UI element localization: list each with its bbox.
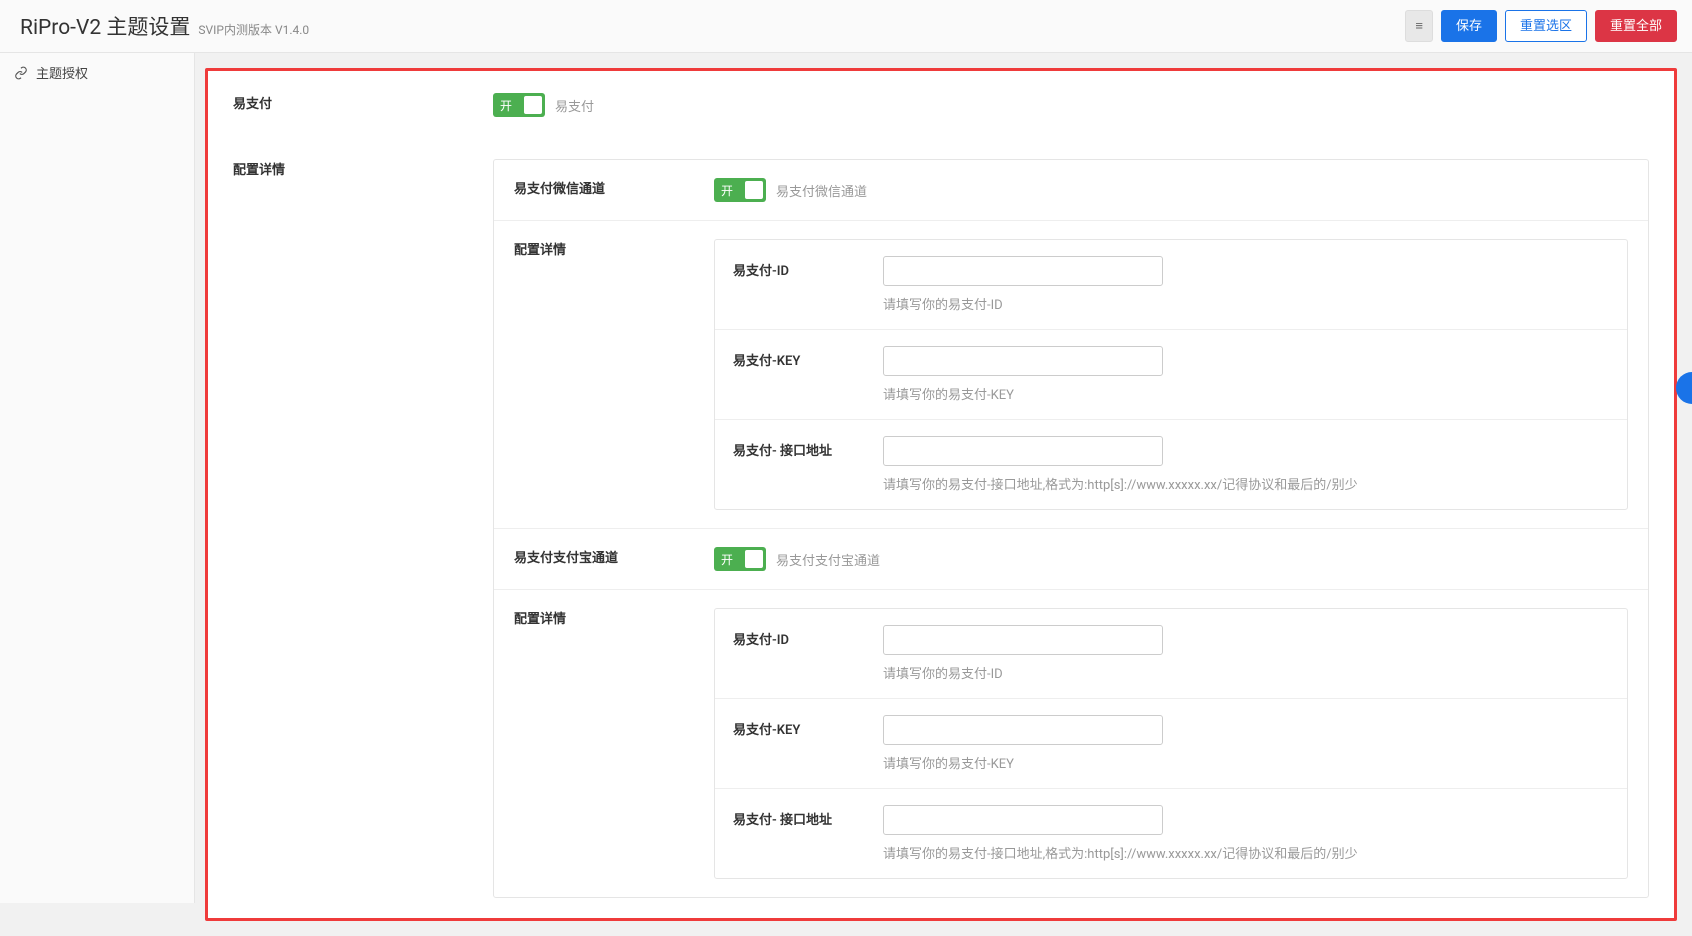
wechat-channel-body: 开 易支付微信通道 [714, 178, 1628, 202]
wechat-id-label: 易支付-ID [733, 256, 883, 279]
alipay-channel-row: 易支付支付宝通道 开 易支付支付宝通道 [494, 529, 1648, 590]
header-actions: ≡ 保存 重置选区 重置全部 [1405, 10, 1677, 42]
section-yipay-label: 易支付 [233, 93, 493, 117]
section-config-body: 易支付微信通道 开 易支付微信通道 [493, 159, 1649, 898]
settings-highlight-box: 易支付 开 易支付 配置详情 易支付微信通道 [205, 68, 1677, 921]
wechat-config-label: 配置详情 [514, 239, 714, 510]
wechat-api-row: 易支付- 接口地址 请填写你的易支付-接口地址,格式为:http[s]://ww… [715, 420, 1627, 509]
indent-icon: ≡ [1415, 18, 1423, 33]
alipay-channel-body: 开 易支付支付宝通道 [714, 547, 1628, 571]
sidebar-item-label: 主题授权 [36, 63, 88, 82]
section-yipay-body: 开 易支付 [493, 93, 1649, 117]
wechat-key-body: 请填写你的易支付-KEY [883, 346, 1609, 403]
alipay-id-body: 请填写你的易支付-ID [883, 625, 1609, 682]
reset-section-button[interactable]: 重置选区 [1505, 10, 1587, 42]
section-yipay: 易支付 开 易支付 [208, 71, 1674, 137]
wechat-config-row: 配置详情 易支付-ID 请填写你的易支付-ID [494, 221, 1648, 529]
header-title-area: RiPro-V2 主题设置 SVIP内测版本 V1.4.0 [20, 11, 309, 41]
section-config: 配置详情 易支付微信通道 开 易支付微信通道 [208, 137, 1674, 918]
alipay-key-body: 请填写你的易支付-KEY [883, 715, 1609, 772]
wechat-key-input[interactable] [883, 346, 1163, 376]
toggle-on-text: 开 [721, 551, 733, 568]
alipay-id-help: 请填写你的易支付-ID [883, 663, 1609, 682]
wechat-key-row: 易支付-KEY 请填写你的易支付-KEY [715, 330, 1627, 420]
link-icon [14, 66, 28, 80]
wechat-channel-label: 易支付微信通道 [514, 178, 714, 202]
wechat-api-label: 易支付- 接口地址 [733, 436, 883, 459]
alipay-id-row: 易支付-ID 请填写你的易支付-ID [715, 609, 1627, 699]
alipay-id-label: 易支付-ID [733, 625, 883, 648]
main-content: 易支付 开 易支付 配置详情 易支付微信通道 [195, 53, 1692, 936]
wechat-api-input[interactable] [883, 436, 1163, 466]
wechat-id-input[interactable] [883, 256, 1163, 286]
wechat-toggle-desc: 易支付微信通道 [776, 181, 867, 200]
alipay-key-help: 请填写你的易支付-KEY [883, 753, 1609, 772]
reset-all-button[interactable]: 重置全部 [1595, 10, 1677, 42]
wechat-key-help: 请填写你的易支付-KEY [883, 384, 1609, 403]
alipay-toggle-wrap: 开 易支付支付宝通道 [714, 547, 1628, 571]
wechat-toggle-wrap: 开 易支付微信通道 [714, 178, 1628, 202]
alipay-api-input[interactable] [883, 805, 1163, 835]
alipay-api-body: 请填写你的易支付-接口地址,格式为:http[s]://www.xxxxx.xx… [883, 805, 1609, 862]
toggle-on-text: 开 [500, 97, 512, 114]
sidebar-item-license[interactable]: 主题授权 [0, 53, 194, 92]
wechat-key-label: 易支付-KEY [733, 346, 883, 369]
config-panel: 易支付微信通道 开 易支付微信通道 [493, 159, 1649, 898]
yipay-toggle-desc: 易支付 [555, 96, 594, 115]
wechat-channel-row: 易支付微信通道 开 易支付微信通道 [494, 160, 1648, 221]
alipay-toggle[interactable]: 开 [714, 547, 766, 571]
toggle-knob [745, 550, 763, 568]
wechat-id-row: 易支付-ID 请填写你的易支付-ID [715, 240, 1627, 330]
wechat-id-body: 请填写你的易支付-ID [883, 256, 1609, 313]
yipay-toggle-wrap: 开 易支付 [493, 93, 1649, 117]
wechat-toggle[interactable]: 开 [714, 178, 766, 202]
section-config-label: 配置详情 [233, 159, 493, 898]
toggle-knob [745, 181, 763, 199]
yipay-toggle[interactable]: 开 [493, 93, 545, 117]
page-subtitle: SVIP内测版本 V1.4.0 [198, 21, 309, 38]
alipay-config-label: 配置详情 [514, 608, 714, 879]
page-title: RiPro-V2 主题设置 [20, 11, 190, 41]
alipay-key-input[interactable] [883, 715, 1163, 745]
alipay-key-row: 易支付-KEY 请填写你的易支付-KEY [715, 699, 1627, 789]
alipay-config-body: 易支付-ID 请填写你的易支付-ID 易支付-KEY [714, 608, 1628, 879]
wechat-api-help: 请填写你的易支付-接口地址,格式为:http[s]://www.xxxxx.xx… [883, 474, 1609, 493]
alipay-api-label: 易支付- 接口地址 [733, 805, 883, 828]
alipay-config-row: 配置详情 易支付-ID 请填写你的易支付-ID [494, 590, 1648, 897]
wechat-id-help: 请填写你的易支付-ID [883, 294, 1609, 313]
wechat-field-list: 易支付-ID 请填写你的易支付-ID 易支付-KEY [714, 239, 1628, 510]
alipay-api-row: 易支付- 接口地址 请填写你的易支付-接口地址,格式为:http[s]://ww… [715, 789, 1627, 878]
alipay-key-label: 易支付-KEY [733, 715, 883, 738]
wechat-config-body: 易支付-ID 请填写你的易支付-ID 易支付-KEY [714, 239, 1628, 510]
alipay-channel-label: 易支付支付宝通道 [514, 547, 714, 571]
toggle-on-text: 开 [721, 182, 733, 199]
wechat-api-body: 请填写你的易支付-接口地址,格式为:http[s]://www.xxxxx.xx… [883, 436, 1609, 493]
sidebar: 主题授权 [0, 53, 195, 903]
alipay-toggle-desc: 易支付支付宝通道 [776, 550, 880, 569]
toggle-knob [524, 96, 542, 114]
top-bar: RiPro-V2 主题设置 SVIP内测版本 V1.4.0 ≡ 保存 重置选区 … [0, 0, 1692, 53]
collapse-toggle-button[interactable]: ≡ [1405, 10, 1433, 42]
alipay-field-list: 易支付-ID 请填写你的易支付-ID 易支付-KEY [714, 608, 1628, 879]
alipay-api-help: 请填写你的易支付-接口地址,格式为:http[s]://www.xxxxx.xx… [883, 843, 1609, 862]
alipay-id-input[interactable] [883, 625, 1163, 655]
save-button[interactable]: 保存 [1441, 10, 1497, 42]
